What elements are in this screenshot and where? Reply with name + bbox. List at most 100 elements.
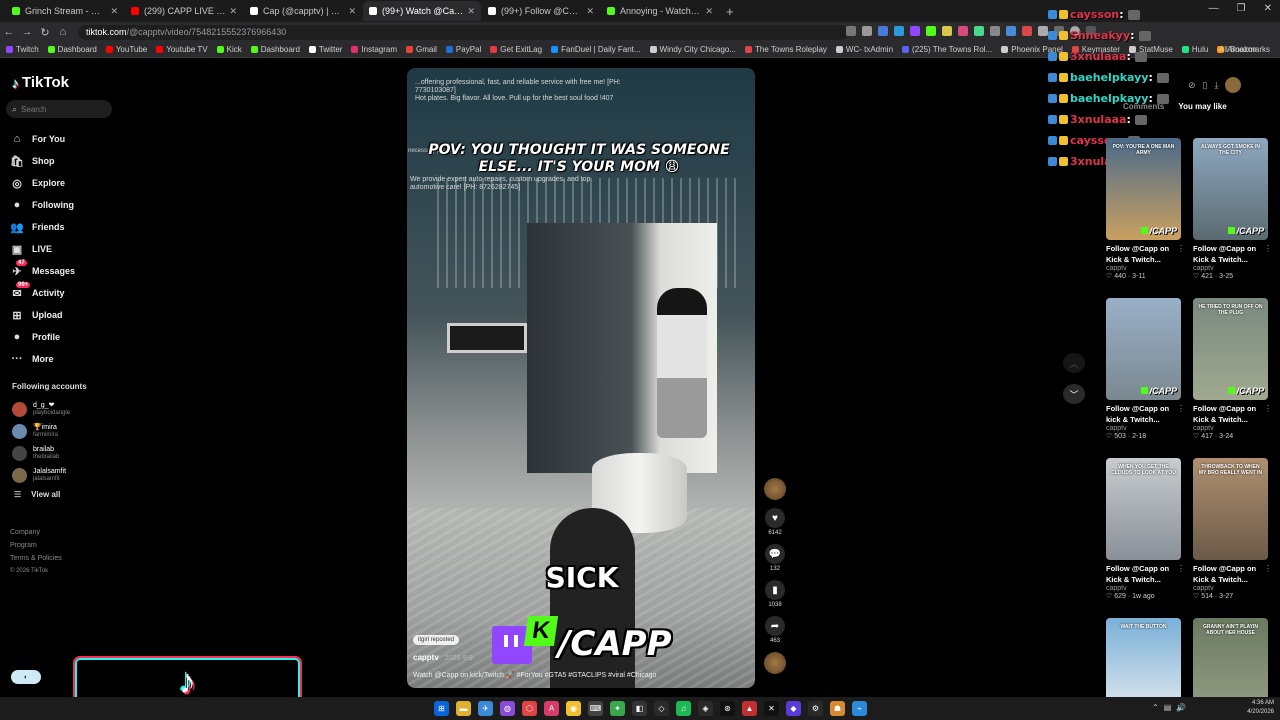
nav-item-for-you[interactable]: ⌂ For You [10, 128, 75, 150]
bookmark-item[interactable]: Youtube TV [156, 45, 208, 54]
chrome-icon[interactable]: ◉ [566, 701, 581, 716]
extension-icon[interactable] [926, 26, 936, 36]
recommended-video-card[interactable]: WHEN YOU GET THE CLOUDS TO LOOK AT YOU Fo… [1106, 458, 1185, 600]
download-icon[interactable]: ⤓ [1215, 80, 1219, 91]
file-explorer-icon[interactable]: ▬ [456, 701, 471, 716]
share-action[interactable]: ➦ 463 [762, 616, 788, 644]
minimize-icon[interactable]: — [1209, 3, 1219, 14]
extension-icon[interactable] [1022, 26, 1032, 36]
card-username[interactable]: capptv [1106, 585, 1181, 592]
bookmark-item[interactable]: Dashboard [250, 45, 300, 54]
home-browser-icon[interactable]: ⌂ [54, 26, 72, 38]
footer-program[interactable]: Program [10, 539, 62, 552]
extension-icon[interactable] [942, 26, 952, 36]
chevron-up-icon[interactable]: ⌃ [1152, 703, 1159, 712]
bookmark-item[interactable]: Gmail [406, 45, 437, 54]
card-username[interactable]: capptv [1106, 265, 1181, 272]
author-avatar[interactable] [762, 478, 788, 500]
comment-action[interactable]: 💬 132 [762, 544, 788, 572]
heart-icon[interactable]: ♥ [765, 508, 785, 528]
app-icon[interactable]: ◧ [632, 701, 647, 716]
close-tab-icon[interactable]: ✕ [705, 6, 713, 17]
bookmark-icon[interactable]: ▮ [765, 580, 785, 600]
bookmark-item[interactable]: Hulu [1181, 45, 1208, 54]
app-icon[interactable]: ✦ [610, 701, 625, 716]
share-icon[interactable]: ➦ [765, 616, 785, 636]
card-username[interactable]: capptv [1193, 585, 1268, 592]
footer-terms[interactable]: Terms & Policies [10, 552, 62, 565]
browser-tab[interactable]: (99+) Follow @Capp on kick/Tw✕ [482, 1, 600, 21]
search-input[interactable]: ⌕ Search [6, 100, 112, 118]
network-icon[interactable]: ▤ [1164, 703, 1172, 712]
close-tab-icon[interactable]: ✕ [348, 6, 356, 17]
nav-item-friends[interactable]: 👥 Friends [10, 216, 75, 238]
extension-icon[interactable] [1006, 26, 1016, 36]
nav-item-upload[interactable]: ⊞ Upload [10, 304, 75, 326]
more-options-icon[interactable]: ⋮ [1264, 564, 1272, 573]
previous-video-button[interactable]: ︿ [1063, 353, 1085, 373]
browser-tab[interactable]: (299) CAPP LIVE - YouTube ✕ [125, 1, 243, 21]
video-player[interactable]: ...offering professional, fast, and reli… [407, 68, 755, 688]
comment-icon[interactable]: 💬 [765, 544, 785, 564]
bookmark-item[interactable]: Instagram [351, 45, 397, 54]
taskbar-clock[interactable]: 4:36 AM 4/20/2026 [1228, 699, 1274, 717]
nav-item-profile[interactable]: ● Profile [10, 326, 75, 348]
following-account[interactable]: 🏆imira farmimira [12, 420, 70, 442]
volume-icon[interactable]: 🔊 [1176, 703, 1186, 712]
video-thumbnail[interactable]: THROWBACK TO WHEN MY BRO REALLY WENT IN [1193, 458, 1268, 560]
recommended-video-card[interactable]: HE TRIED TO RUN OFF ON THE PLUG/CAPP Foll… [1193, 298, 1272, 440]
following-account[interactable]: d_g_❤ playboidangle [12, 398, 70, 420]
url-field[interactable]: tiktok.com/@capptv/video/754821555237696… [78, 24, 848, 40]
bookmark-item[interactable]: PayPal [445, 45, 481, 54]
music-disc-icon[interactable] [764, 652, 786, 674]
app-icon[interactable]: ⬡ [522, 701, 537, 716]
recommended-video-card[interactable]: ALWAYS GOT SMOKE IN THE CITY/CAPP Follow … [1193, 138, 1272, 280]
save-action[interactable]: ▮ 1038 [762, 580, 788, 608]
avatar[interactable] [764, 478, 786, 500]
like-action[interactable]: ♥ 6142 [762, 508, 788, 536]
extension-icon[interactable] [974, 26, 984, 36]
more-options-icon[interactable]: ⋮ [1177, 404, 1185, 413]
nav-item-live[interactable]: ▣ LIVE [10, 238, 75, 260]
tiktok-logo[interactable]: ♪ TikTok [12, 74, 69, 91]
new-tab-button[interactable]: + [726, 4, 734, 19]
following-account[interactable]: Jalalsamfit jalalsamfit [12, 464, 70, 486]
app-icon[interactable]: ⌁ [852, 701, 867, 716]
reload-icon[interactable]: ↻ [36, 26, 54, 39]
repost-badge[interactable]: itgirl reposted [413, 635, 460, 645]
recommended-video-card[interactable]: THROWBACK TO WHEN MY BRO REALLY WENT IN F… [1193, 458, 1272, 600]
footer-company[interactable]: Company [10, 526, 62, 539]
nav-item-explore[interactable]: ◎ Explore [10, 172, 75, 194]
video-thumbnail[interactable]: HE TRIED TO RUN OFF ON THE PLUG/CAPP [1193, 298, 1268, 400]
extension-icon[interactable] [894, 26, 904, 36]
video-thumbnail[interactable]: POV: YOU'RE A ONE MAN ARMY/CAPP [1106, 138, 1181, 240]
app-icon[interactable]: ▲ [742, 701, 757, 716]
bookmark-item[interactable]: Twitch [6, 45, 39, 54]
close-tab-icon[interactable]: ✕ [110, 6, 118, 17]
bookmark-item[interactable]: (225) The Towns Rol... [902, 45, 992, 54]
settings-icon[interactable]: ⚙ [808, 701, 823, 716]
spotify-icon[interactable]: ♫ [676, 701, 691, 716]
app-icon[interactable]: ⌨ [588, 701, 603, 716]
more-options-icon[interactable]: ⋮ [1264, 404, 1272, 413]
bookmark-item[interactable]: Windy City Chicago... [649, 45, 736, 54]
more-options-icon[interactable]: ⋮ [1264, 244, 1272, 253]
card-username[interactable]: capptv [1193, 265, 1268, 272]
nav-item-following[interactable]: ● Following [10, 194, 75, 216]
video-author[interactable]: capptv 2025-9-9 [413, 653, 473, 662]
maximize-icon[interactable]: ❐ [1237, 3, 1246, 14]
bookmark-item[interactable]: FanDuel | Daily Fant... [551, 45, 641, 54]
next-video-button[interactable]: ﹀ [1063, 384, 1085, 404]
app-icon[interactable]: ✈ [478, 701, 493, 716]
extension-icon[interactable] [910, 26, 920, 36]
close-tab-icon[interactable]: ✕ [467, 6, 475, 17]
bookmark-item[interactable]: Twitter [308, 45, 342, 54]
nav-item-shop[interactable]: 🛍 Shop [10, 150, 75, 172]
card-username[interactable]: capptv [1193, 425, 1268, 432]
browser-tab[interactable]: (99+) Watch @Capp on kick/Tw✕ [363, 1, 481, 21]
recommended-video-card[interactable]: /CAPP Follow @Capp on kick & Twitch... cap… [1106, 298, 1185, 440]
browser-tab[interactable]: Grinch Stream - Watch Live on✕ [6, 1, 124, 21]
video-thumbnail[interactable]: /CAPP [1106, 298, 1181, 400]
app-icon[interactable]: ◇ [654, 701, 669, 716]
view-all-link[interactable]: ☰ View all [12, 486, 70, 502]
